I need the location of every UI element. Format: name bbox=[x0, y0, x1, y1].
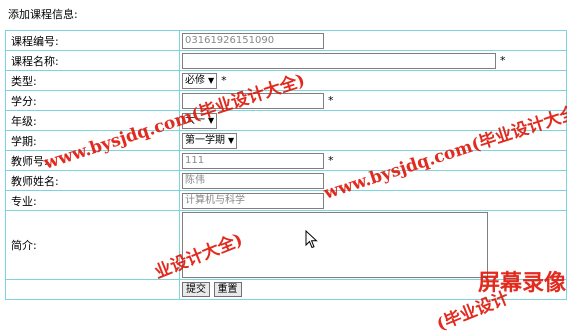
row-buttons: 提交 重置 bbox=[5, 279, 567, 300]
type-select[interactable]: 必修 ▼ bbox=[182, 72, 218, 89]
credit-input[interactable] bbox=[182, 92, 324, 109]
required-star: * bbox=[221, 73, 227, 87]
row-intro: 简介: bbox=[5, 210, 567, 280]
type-label: 类型: bbox=[5, 70, 180, 91]
mouse-cursor-icon bbox=[305, 230, 318, 249]
course-name-label: 课程名称: bbox=[5, 50, 180, 71]
row-type: 类型: 必修 ▼ * bbox=[5, 70, 567, 91]
row-teacher-id: 教师号: * bbox=[5, 150, 567, 171]
row-teacher-name: 教师姓名: bbox=[5, 170, 567, 191]
course-form: 课程编号: 课程名称: * 类型: 必修▼* 学分: * 年级: 大一▼ 学期:… bbox=[5, 30, 567, 300]
row-major: 专业: bbox=[5, 190, 567, 211]
row-course-name: 课程名称: * bbox=[5, 50, 567, 71]
required-star: * bbox=[328, 153, 334, 167]
row-credit: 学分: * bbox=[5, 90, 567, 111]
row-course-id: 课程编号: bbox=[5, 30, 567, 51]
page-title: 添加课程信息: bbox=[8, 8, 78, 21]
intro-label: 简介: bbox=[5, 210, 180, 280]
course-id-label: 课程编号: bbox=[5, 30, 180, 51]
chevron-down-icon: ▼ bbox=[208, 75, 215, 85]
row-semester: 学期: 第一学期 ▼ bbox=[5, 130, 567, 151]
required-star: * bbox=[500, 53, 506, 67]
grade-select-value: 大一 bbox=[185, 114, 205, 126]
buttons-spacer bbox=[5, 279, 180, 300]
grade-select[interactable]: 大一 ▼ bbox=[182, 112, 218, 129]
grade-label: 年级: bbox=[5, 110, 180, 131]
major-label: 专业: bbox=[5, 190, 180, 211]
teacher-name-input[interactable] bbox=[182, 172, 324, 189]
course-id-input[interactable] bbox=[182, 32, 324, 49]
semester-select[interactable]: 第一学期 ▼ bbox=[182, 132, 238, 149]
chevron-down-icon: ▼ bbox=[228, 135, 235, 145]
required-star: * bbox=[328, 93, 334, 107]
course-name-input[interactable] bbox=[182, 52, 496, 69]
teacher-name-label: 教师姓名: bbox=[5, 170, 180, 191]
row-grade: 年级: 大一 ▼ bbox=[5, 110, 567, 131]
reset-button[interactable]: 重置 bbox=[213, 282, 242, 297]
semester-label: 学期: bbox=[5, 130, 180, 151]
teacher-id-input[interactable] bbox=[182, 152, 324, 169]
type-select-value: 必修 bbox=[185, 74, 205, 86]
intro-textarea[interactable] bbox=[182, 212, 488, 278]
credit-label: 学分: bbox=[5, 90, 180, 111]
major-input[interactable] bbox=[182, 192, 324, 209]
semester-select-value: 第一学期 bbox=[185, 134, 225, 146]
chevron-down-icon: ▼ bbox=[208, 115, 215, 125]
teacher-id-label: 教师号: bbox=[5, 150, 180, 171]
submit-button[interactable]: 提交 bbox=[182, 282, 210, 297]
